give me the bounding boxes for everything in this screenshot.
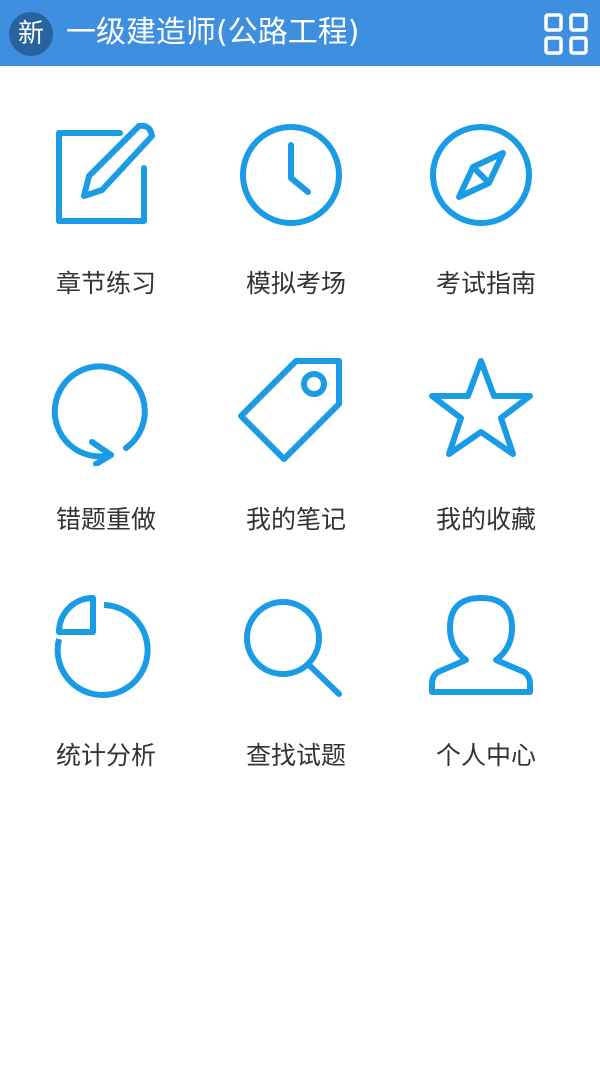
menu-item-exam-guide[interactable]: 考试指南 — [380, 66, 580, 298]
menu-label: 个人中心 — [435, 741, 536, 770]
pencil-edit-icon — [46, 120, 156, 230]
menu-label: 我的笔记 — [245, 505, 346, 534]
menu-label: 查找试题 — [245, 741, 346, 770]
search-icon — [236, 592, 346, 702]
menu-item-my-notes[interactable]: 我的笔记 — [190, 302, 390, 534]
star-icon — [426, 356, 536, 466]
app-badge: 新 — [9, 12, 53, 56]
grid-menu-button[interactable] — [543, 12, 589, 56]
menu-label: 模拟考场 — [245, 269, 346, 298]
compass-icon — [426, 120, 536, 230]
menu-label: 统计分析 — [55, 741, 156, 770]
user-icon — [426, 592, 536, 702]
menu-label: 我的收藏 — [435, 505, 536, 534]
tag-icon — [236, 356, 346, 466]
menu-item-my-favorites[interactable]: 我的收藏 — [380, 302, 580, 534]
menu-item-chapter-practice[interactable]: 章节练习 — [0, 66, 200, 298]
menu-item-personal-center[interactable]: 个人中心 — [380, 538, 580, 770]
app-header: 新 一级建造师(公路工程) — [0, 0, 600, 66]
menu-item-statistics[interactable]: 统计分析 — [0, 538, 200, 770]
menu-label: 考试指南 — [435, 269, 536, 298]
page-title: 一级建造师(公路工程) — [66, 15, 360, 50]
grid-icon — [544, 13, 588, 55]
menu-item-search-questions[interactable]: 查找试题 — [190, 538, 390, 770]
menu-label: 章节练习 — [55, 269, 156, 298]
refresh-icon — [46, 356, 156, 466]
pie-chart-icon — [46, 592, 156, 702]
menu-label: 错题重做 — [55, 505, 156, 534]
menu-item-redo-mistakes[interactable]: 错题重做 — [0, 302, 200, 534]
clock-icon — [236, 120, 346, 230]
menu-item-mock-exam[interactable]: 模拟考场 — [190, 66, 390, 298]
